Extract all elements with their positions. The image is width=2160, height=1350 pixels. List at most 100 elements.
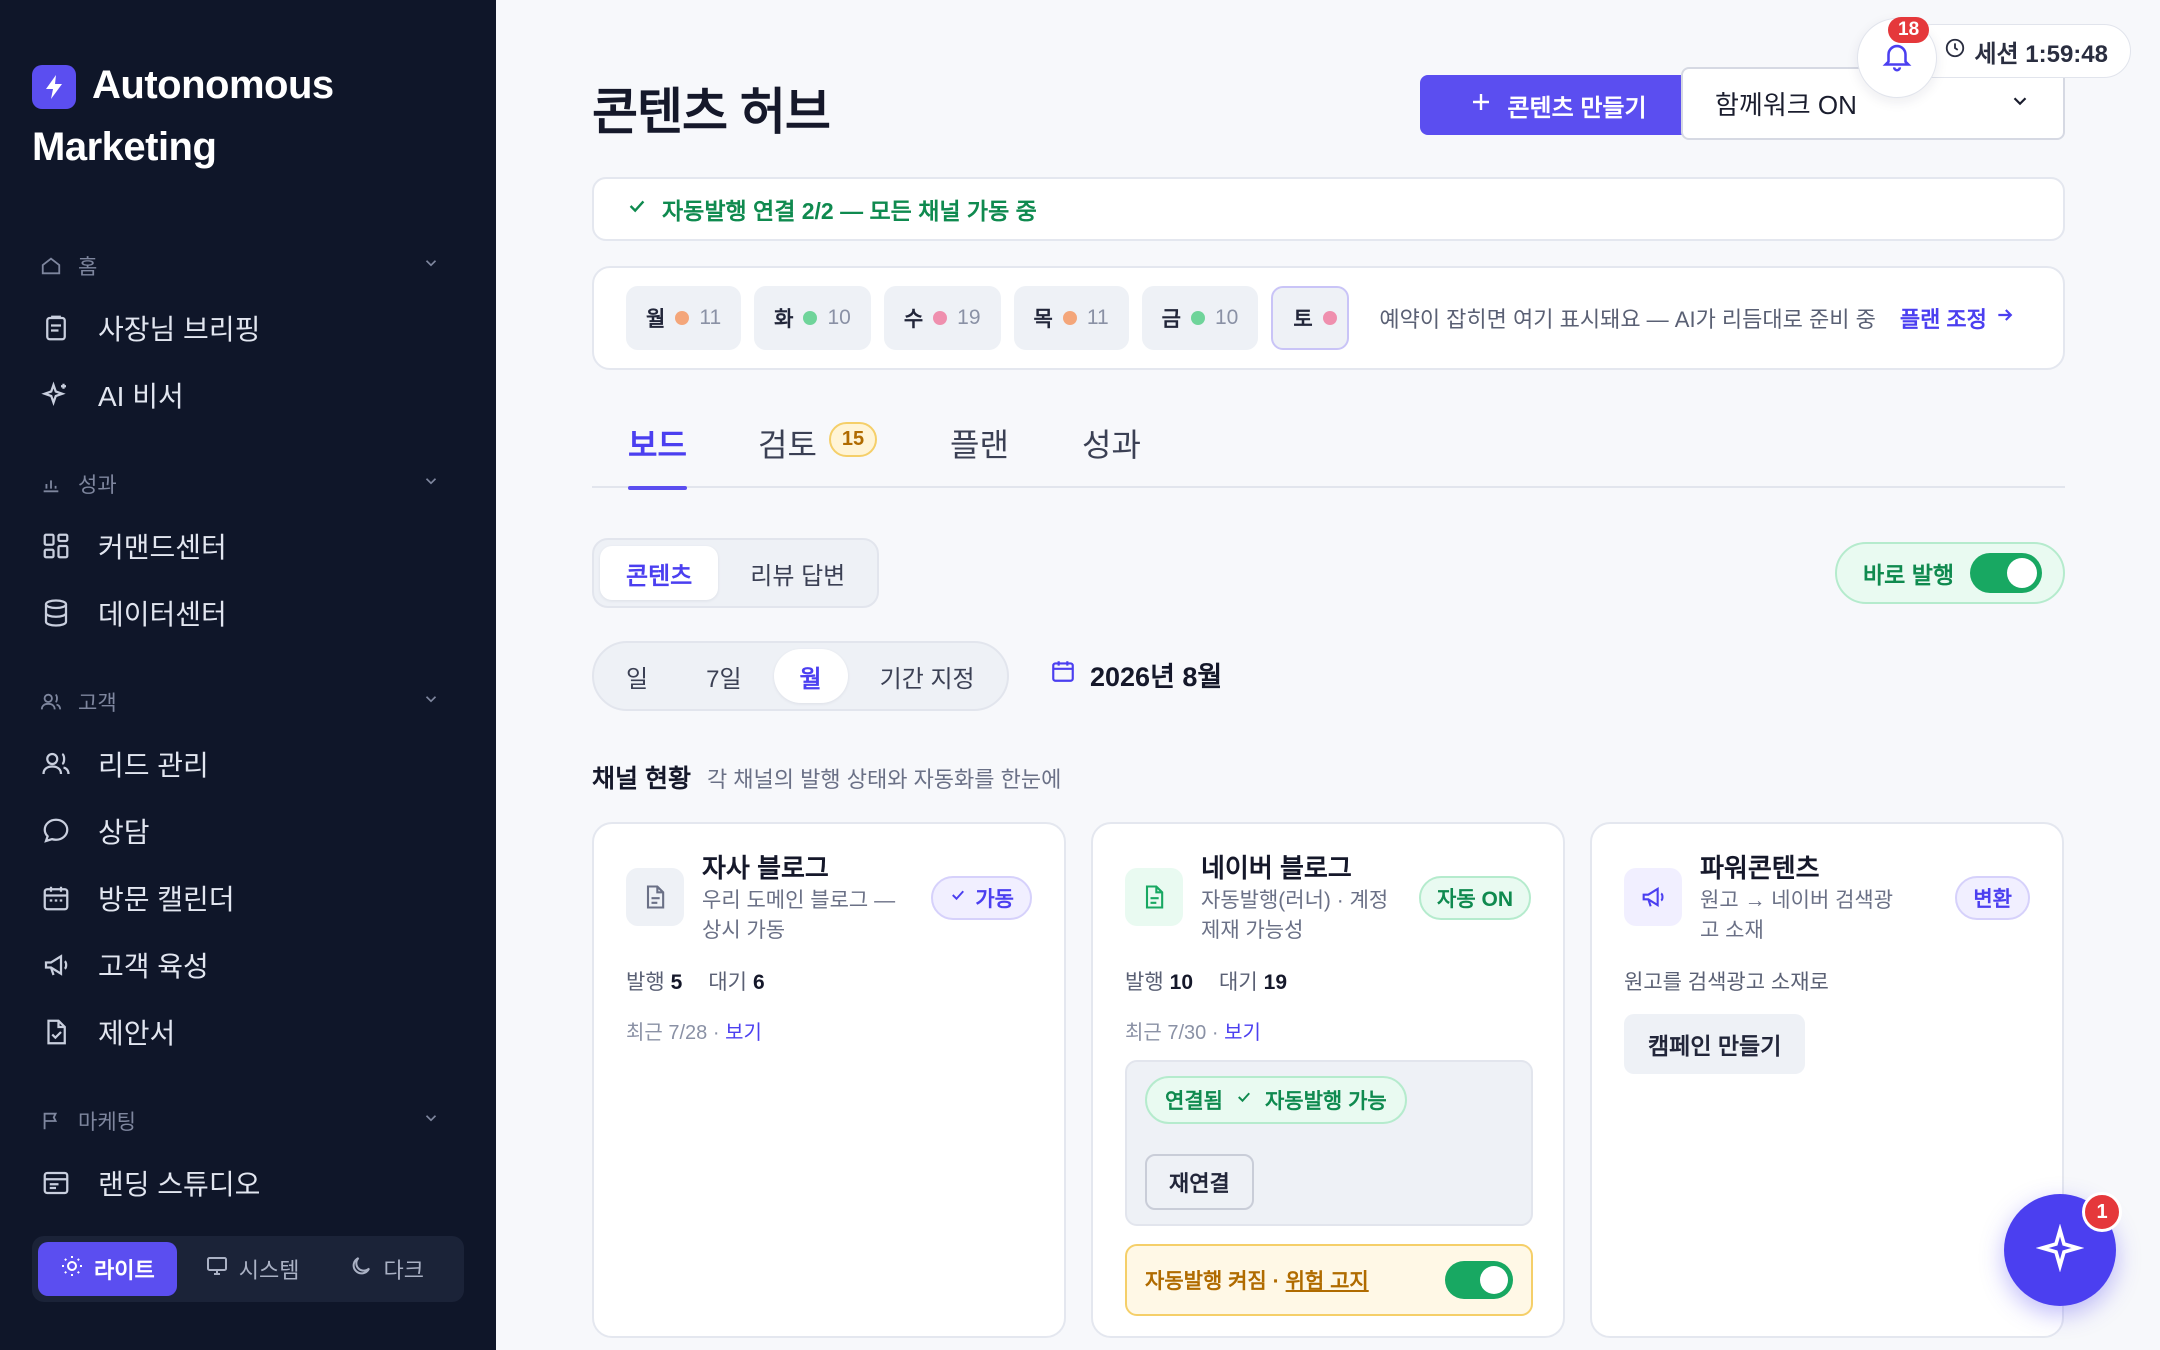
tab-plan[interactable]: 플랜 <box>950 420 1009 488</box>
page-title: 콘텐츠 허브 <box>592 84 831 140</box>
channel-desc: 우리 도메인 블로그 — 상시 가동 <box>702 889 896 942</box>
tab-label: 성과 <box>1082 427 1141 463</box>
tab-performance[interactable]: 성과 <box>1082 420 1141 488</box>
sidebar-item-data-center[interactable]: 데이터센터 <box>40 579 440 646</box>
content-type-content[interactable]: 콘텐츠 <box>600 546 719 600</box>
sidebar-item-command-center[interactable]: 커맨드센터 <box>40 512 440 579</box>
content-type-review[interactable]: 리뷰 답변 <box>724 546 871 600</box>
day-label: 금 <box>1161 308 1181 331</box>
day-chip-wed[interactable]: 수 19 <box>883 286 1001 350</box>
day-dot <box>1062 311 1077 325</box>
sidebar: Autonomous Marketing 홈 사장님 브리핑 AI 비서 성과 … <box>0 0 496 1350</box>
chevron-down-icon <box>422 472 440 496</box>
connected-label: 연결됨 <box>1165 1090 1223 1113</box>
sidebar-item-briefing[interactable]: 사장님 브리핑 <box>40 294 440 361</box>
waiting-label: 대기 <box>1219 971 1258 994</box>
theme-dark-button[interactable]: 다크 <box>327 1242 445 1296</box>
period-7days[interactable]: 7일 <box>680 649 767 703</box>
view-link[interactable]: 보기 <box>1224 1022 1261 1044</box>
review-count-badge: 15 <box>828 422 878 457</box>
tab-label: 검토 <box>758 427 817 463</box>
channel-status-header: 채널 현황 각 채널의 발행 상태와 자동화를 한눈에 <box>592 759 1061 795</box>
risk-notice-link[interactable]: 위험 고지 <box>1286 1265 1369 1295</box>
clock-icon <box>1944 37 1966 66</box>
toggle-switch[interactable] <box>1970 553 2043 593</box>
brand[interactable]: Autonomous Marketing <box>32 54 452 178</box>
day-dot <box>1322 311 1337 325</box>
session-label: 세션 1:59:48 <box>1974 40 2108 68</box>
sidebar-item-label: 커맨드센터 <box>98 531 227 563</box>
sidebar-item-consult[interactable]: 상담 <box>40 797 440 864</box>
period-custom[interactable]: 기간 지정 <box>854 649 1001 703</box>
week-schedule-strip: 월 11 화 10 수 19 목 11 금 10 토 예약이 잡히면 여기 표시… <box>592 266 2065 370</box>
warning-text: 자동발행 켜짐 · <box>1145 1270 1280 1293</box>
ai-assistant-fab[interactable]: 1 <box>2004 1192 2122 1306</box>
tab-review[interactable]: 검토 15 <box>758 420 878 488</box>
content-type-toggle: 콘텐츠 리뷰 답변 <box>592 538 880 608</box>
sparkle-icon <box>2035 1222 2085 1277</box>
day-chip-tue[interactable]: 화 10 <box>754 286 871 350</box>
flag-icon <box>40 1110 72 1132</box>
day-count: 19 <box>957 306 981 329</box>
status-badge-label: 변환 <box>1973 888 2012 911</box>
create-campaign-button[interactable]: 캠페인 만들기 <box>1624 1014 1806 1074</box>
plan-adjust-link[interactable]: 플랜 조정 <box>1900 302 2015 334</box>
published-label: 발행 <box>626 971 665 994</box>
nav-section-marketing[interactable]: 마케팅 <box>40 1093 440 1149</box>
notification-button[interactable]: 18 <box>1857 17 1937 98</box>
sidebar-item-label: 랜딩 스튜디오 <box>98 1168 261 1200</box>
channel-recent: 최근 7/30 · 보기 <box>1125 1016 1261 1045</box>
theme-light-label: 라이트 <box>94 1258 155 1283</box>
current-period[interactable]: 2026년 8월 <box>1050 655 1222 694</box>
tab-label: 보드 <box>628 427 687 463</box>
brand-line2: Marketing <box>32 125 217 169</box>
day-chip-thu[interactable]: 목 11 <box>1013 286 1129 350</box>
tab-board[interactable]: 보드 <box>628 420 687 490</box>
nav-section-home[interactable]: 홈 <box>40 238 440 294</box>
theme-light-button[interactable]: 라이트 <box>38 1242 177 1296</box>
sidebar-item-leads[interactable]: 리드 관리 <box>40 730 440 797</box>
channel-stats: 발행 10 대기 19 <box>1125 966 1287 996</box>
sidebar-item-nurture[interactable]: 고객 육성 <box>40 931 440 998</box>
period-day[interactable]: 일 <box>600 649 674 703</box>
instant-publish-toggle[interactable]: 바로 발행 <box>1835 542 2065 604</box>
reconnect-button[interactable]: 재연결 <box>1145 1154 1254 1210</box>
users-icon <box>40 748 72 780</box>
day-chip-fri[interactable]: 금 10 <box>1141 286 1259 350</box>
day-chip-sat[interactable]: 토 <box>1271 286 1350 350</box>
clipboard-icon <box>40 312 72 344</box>
status-badge-label: 가동 <box>975 888 1014 911</box>
waiting-count: 6 <box>752 971 765 994</box>
nav-section-customers[interactable]: 고객 <box>40 674 440 730</box>
users-icon <box>40 691 72 713</box>
bell-icon <box>1880 39 1914 78</box>
calendar-icon <box>1050 658 1076 691</box>
period-month[interactable]: 월 <box>773 649 848 703</box>
view-link[interactable]: 보기 <box>725 1022 762 1044</box>
channel-stats: 발행 5 대기 6 <box>626 966 765 996</box>
period-selector: 일 7일 월 기간 지정 <box>592 641 1009 711</box>
status-banner-text: 자동발행 연결 2/2 — 모든 채널 가동 중 <box>662 198 1037 224</box>
sidebar-nav: 홈 사장님 브리핑 AI 비서 성과 커맨드센터 데이터센터 고객 리드 관리 … <box>40 238 440 1216</box>
nav-section-performance[interactable]: 성과 <box>40 456 440 512</box>
check-icon <box>1235 1088 1253 1112</box>
sidebar-item-proposal[interactable]: 제안서 <box>40 998 440 1065</box>
current-period-label: 2026년 8월 <box>1090 662 1223 692</box>
document-icon <box>626 868 684 926</box>
sidebar-item-ai-assistant[interactable]: AI 비서 <box>40 361 440 428</box>
file-check-icon <box>40 1016 72 1048</box>
connection-status-pill: 연결됨 자동발행 가능 <box>1145 1076 1407 1124</box>
day-dot <box>675 311 690 325</box>
auto-publish-warning: 자동발행 켜짐 · 위험 고지 <box>1125 1244 1533 1316</box>
connection-panel: 연결됨 자동발행 가능 재연결 <box>1125 1060 1533 1226</box>
sidebar-item-visit-calendar[interactable]: 방문 캘린더 <box>40 864 440 931</box>
waiting-label: 대기 <box>708 971 747 994</box>
day-chip-mon[interactable]: 월 11 <box>626 286 742 350</box>
sidebar-item-landing-studio[interactable]: 랜딩 스튜디오 <box>40 1149 440 1216</box>
theme-system-button[interactable]: 시스템 <box>183 1242 322 1296</box>
theme-switcher: 라이트 시스템 다크 <box>32 1236 464 1302</box>
status-badge: 변환 <box>1955 876 2030 920</box>
create-content-button[interactable]: 콘텐츠 만들기 <box>1420 75 1696 135</box>
day-count: 11 <box>1086 306 1109 329</box>
auto-publish-toggle[interactable] <box>1445 1261 1513 1299</box>
